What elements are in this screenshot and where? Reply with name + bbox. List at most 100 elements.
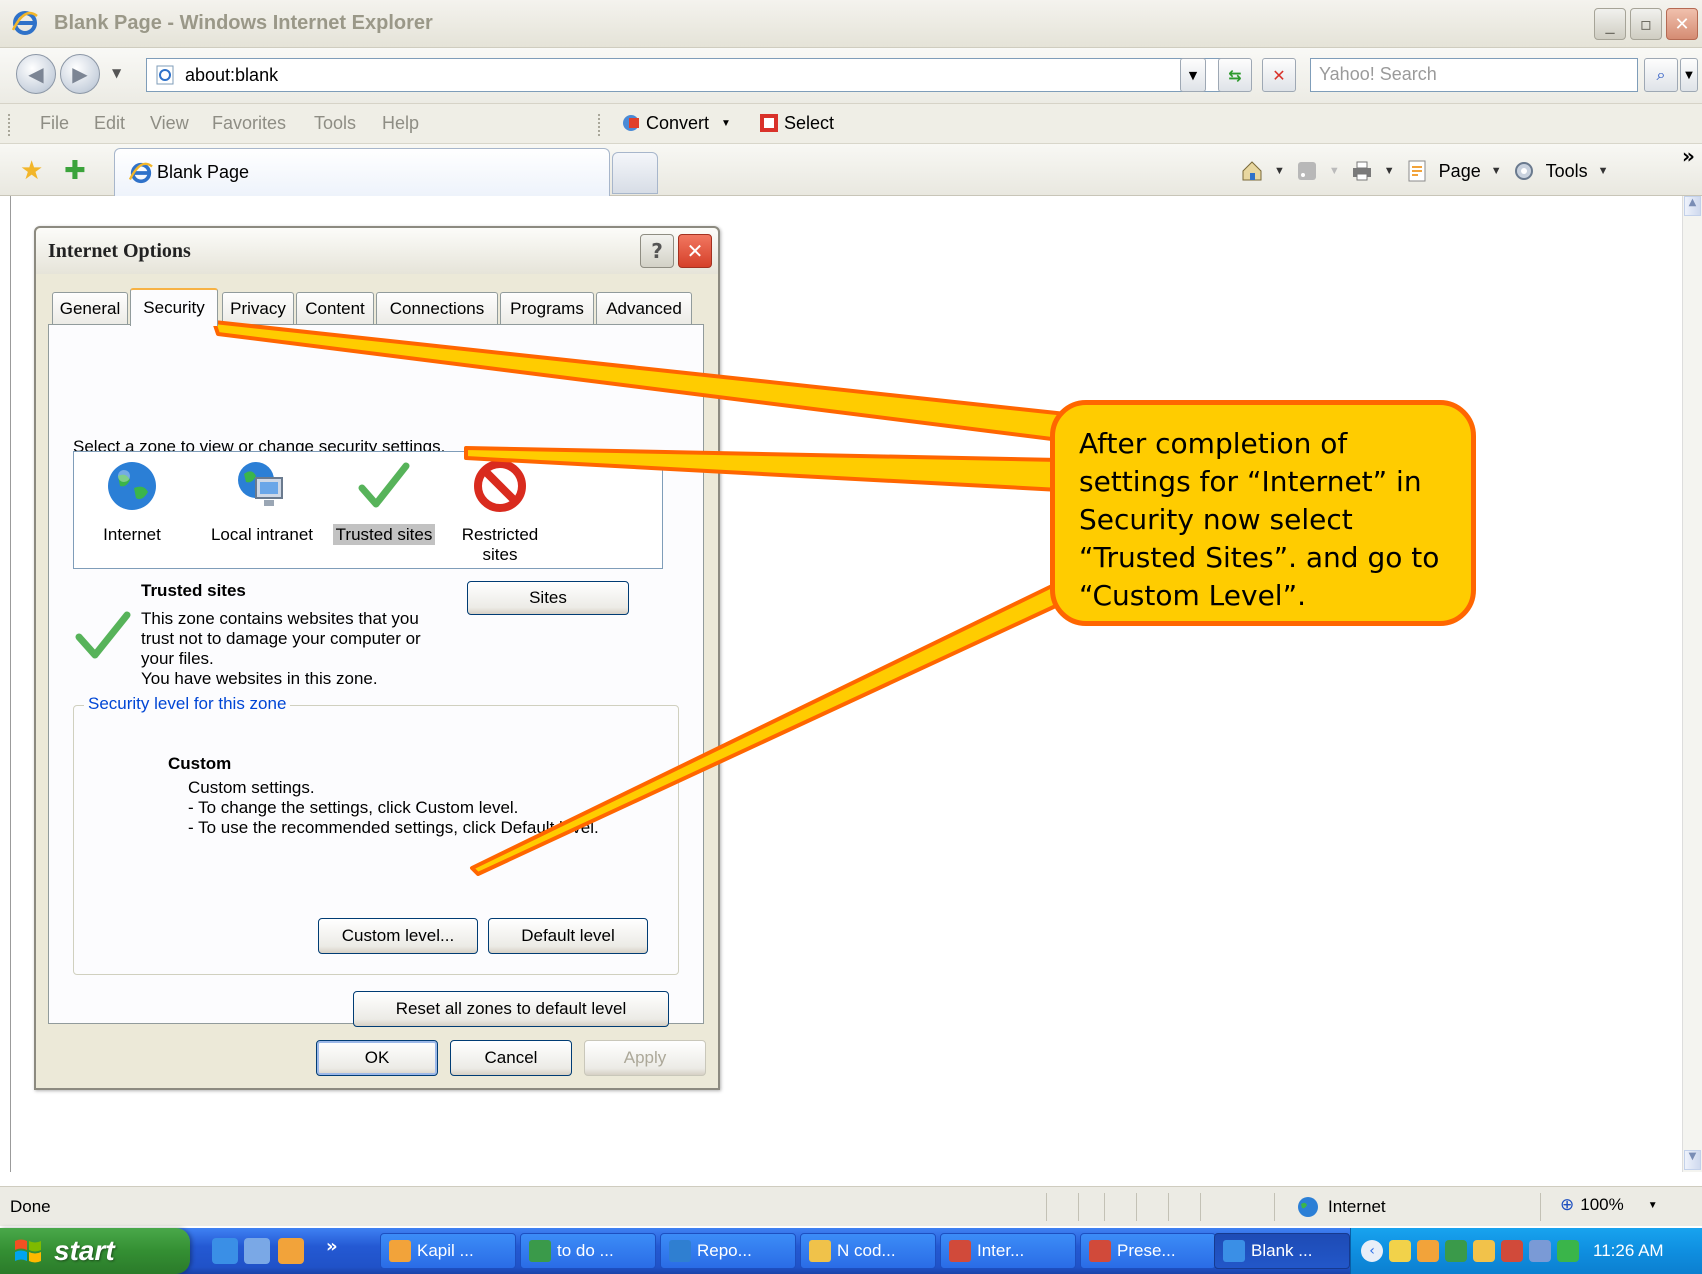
close-window-button[interactable]: ✕ [1666, 8, 1698, 40]
home-icon[interactable] [1240, 159, 1264, 183]
tab-bar: ★ ✚ Blank Page ▼ ▼ ▼ Page ▼ Tools ▼ » [0, 144, 1702, 196]
back-button[interactable]: ◀ [16, 54, 56, 94]
scroll-down-icon[interactable]: ▼ [1684, 1150, 1701, 1170]
refresh-button[interactable]: ⇆ [1218, 58, 1252, 92]
security-zone-indicator[interactable]: Internet [1296, 1195, 1386, 1219]
chevron-down-icon[interactable]: ▼ [1274, 165, 1285, 177]
tab-programs[interactable]: Programs [500, 292, 594, 324]
quicklaunch-clock-icon[interactable] [278, 1238, 304, 1264]
scroll-up-icon[interactable]: ▲ [1684, 196, 1701, 216]
tab-advanced[interactable]: Advanced [596, 292, 692, 324]
search-options-button[interactable]: ▼ [1680, 58, 1698, 92]
restore-button[interactable]: ▫ [1630, 8, 1662, 40]
convert-button[interactable]: Convert ▼ [620, 112, 731, 134]
menu-favorites[interactable]: Favorites [212, 113, 286, 134]
quicklaunch-ie-icon[interactable] [212, 1238, 238, 1264]
address-input[interactable] [185, 64, 1085, 86]
command-bar: ▼ ▼ ▼ Page ▼ Tools ▼ [1240, 156, 1609, 186]
menu-edit[interactable]: Edit [94, 113, 125, 134]
menu-file[interactable]: File [40, 113, 69, 134]
tray-app-icon[interactable] [1445, 1240, 1467, 1262]
stop-button[interactable]: ✕ [1262, 58, 1296, 92]
taskbar-button-active[interactable]: Blank ... [1214, 1233, 1350, 1269]
start-button[interactable]: start [0, 1228, 190, 1274]
forward-button[interactable]: ▶ [60, 54, 100, 94]
chevron-down-icon: ▼ [1647, 1199, 1658, 1211]
tab-connections[interactable]: Connections [376, 292, 498, 324]
quicklaunch-overflow-button[interactable]: » [326, 1236, 338, 1257]
feeds-icon[interactable] [1295, 159, 1319, 183]
taskbar-button[interactable]: N cod... [800, 1233, 936, 1269]
quicklaunch-app-icon[interactable] [244, 1238, 270, 1264]
taskbar-button[interactable]: Kapil ... [380, 1233, 516, 1269]
add-favorites-icon[interactable]: ✚ [64, 156, 86, 186]
chevron-down-icon[interactable]: ▼ [1384, 165, 1395, 177]
address-dropdown-button[interactable]: ▼ [1180, 58, 1206, 92]
tab-privacy[interactable]: Privacy [222, 292, 294, 324]
print-icon[interactable] [1350, 159, 1374, 183]
tab-security[interactable]: Security [130, 288, 218, 326]
zone-label: Internet [103, 525, 161, 544]
search-input[interactable] [1319, 64, 1619, 85]
tray-users-icon[interactable] [1557, 1240, 1579, 1262]
tray-tool-icon[interactable] [1529, 1240, 1551, 1262]
status-divider [1200, 1193, 1201, 1221]
ok-button[interactable]: OK [316, 1040, 438, 1076]
apply-button: Apply [584, 1040, 706, 1076]
cancel-button[interactable]: Cancel [450, 1040, 572, 1076]
task-label: Kapil ... [417, 1241, 474, 1260]
task-label: Prese... [1117, 1241, 1176, 1260]
status-divider [1168, 1193, 1169, 1221]
tray-network-icon[interactable] [1501, 1240, 1523, 1262]
chevron-down-icon[interactable]: ▼ [1598, 165, 1609, 177]
toolbar-grip[interactable] [598, 114, 601, 136]
select-button[interactable]: Select [758, 112, 834, 134]
vertical-scrollbar[interactable]: ▲ ▼ [1682, 196, 1702, 1172]
toolbar-grip[interactable] [8, 114, 11, 136]
chevron-down-icon[interactable]: ▼ [1329, 165, 1340, 177]
dialog-help-button[interactable]: ? [640, 234, 674, 268]
menu-bar: File Edit View Favorites Tools Help Conv… [0, 104, 1702, 144]
tray-mail-icon[interactable] [1389, 1240, 1411, 1262]
zone-info-line: your files. [141, 649, 214, 668]
tray-shield-icon[interactable] [1473, 1240, 1495, 1262]
menu-help[interactable]: Help [382, 113, 419, 134]
menu-tools[interactable]: Tools [314, 113, 356, 134]
status-divider [1274, 1193, 1275, 1221]
dialog-close-button[interactable]: ✕ [678, 234, 712, 268]
clock: 11:26 AM [1593, 1241, 1664, 1260]
taskbar-button[interactable]: Inter... [940, 1233, 1076, 1269]
tray-expand-icon[interactable]: ‹ [1361, 1240, 1383, 1262]
tray-clock-icon[interactable] [1417, 1240, 1439, 1262]
zone-local-intranet[interactable]: Local intranet [202, 458, 322, 545]
sites-button[interactable]: Sites [467, 581, 629, 615]
tab-general[interactable]: General [52, 292, 128, 324]
custom-level-button[interactable]: Custom level... [318, 918, 478, 954]
chevron-down-icon[interactable]: ▼ [1491, 165, 1502, 177]
zone-internet[interactable]: Internet [92, 458, 172, 545]
recent-pages-dropdown[interactable]: ▼ [112, 66, 121, 80]
taskbar-button[interactable]: Repo... [660, 1233, 796, 1269]
zoom-control[interactable]: ⊕ 100% ▼ [1560, 1195, 1658, 1215]
tab-content[interactable]: Content [296, 292, 374, 324]
task-app-icon [1089, 1240, 1111, 1262]
new-tab-button[interactable] [612, 152, 658, 194]
command-bar-overflow-button[interactable]: » [1682, 144, 1695, 168]
taskbar-button[interactable]: to do ... [520, 1233, 656, 1269]
menu-view[interactable]: View [150, 113, 189, 134]
status-text: Done [10, 1197, 51, 1216]
reset-all-zones-button[interactable]: Reset all zones to default level [353, 991, 669, 1027]
tab-blank-page[interactable]: Blank Page [114, 148, 610, 196]
search-button[interactable]: ⌕ [1644, 58, 1678, 92]
security-level-line: Custom settings. [188, 778, 315, 797]
default-level-button[interactable]: Default level [488, 918, 648, 954]
zone-restricted-sites[interactable]: Restricted sites [454, 458, 546, 565]
zone-trusted-sites[interactable]: Trusted sites [328, 458, 440, 545]
minimize-button[interactable]: _ [1594, 8, 1626, 40]
zone-info-title: Trusted sites [141, 581, 246, 600]
tools-menu-button[interactable]: Tools [1546, 161, 1588, 182]
page-menu-button[interactable]: Page [1439, 161, 1481, 182]
favorites-center-icon[interactable]: ★ [20, 156, 43, 186]
taskbar-button[interactable]: Prese... [1080, 1233, 1216, 1269]
zone-list: Internet Local intranet Trusted sites Re… [73, 451, 663, 569]
